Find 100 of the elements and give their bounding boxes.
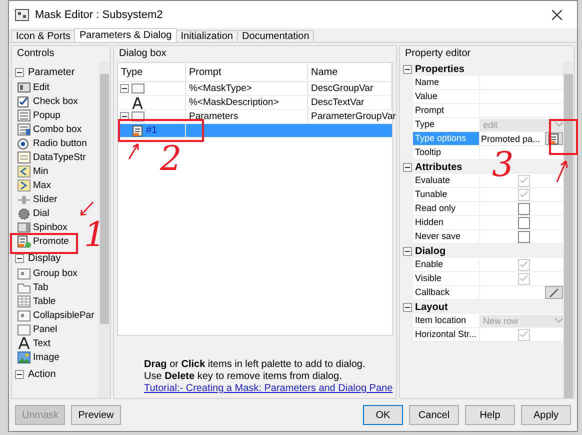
scrollbar[interactable] — [99, 62, 110, 398]
property-label[interactable]: Callback — [413, 286, 479, 300]
list-icon — [17, 108, 31, 122]
property-value[interactable] — [479, 202, 563, 216]
property-label[interactable]: Value — [413, 90, 479, 104]
section-label[interactable]: Properties — [415, 64, 464, 74]
collapse-icon[interactable] — [120, 112, 129, 121]
property-label[interactable]: Never save — [413, 230, 479, 244]
window-title: Mask Editor : Subsystem2 — [35, 8, 163, 20]
collapse-icon[interactable] — [403, 162, 412, 172]
dialog-button[interactable]: OK — [363, 405, 403, 425]
edit-button[interactable] — [545, 286, 563, 299]
palette-item[interactable]: Image — [17, 350, 60, 364]
group-label[interactable]: Action — [28, 368, 56, 380]
annotation-box — [10, 233, 78, 254]
collapse-icon[interactable] — [15, 68, 24, 76]
palette-item[interactable]: Group box — [17, 266, 78, 280]
less-than-icon — [17, 164, 31, 178]
palette-item[interactable]: Radio button — [17, 136, 87, 150]
letter-a-icon — [17, 336, 31, 350]
palette-item[interactable]: Table — [17, 294, 56, 308]
palette-item[interactable]: Tab — [17, 280, 48, 294]
collapse-icon[interactable] — [403, 302, 412, 312]
dialog-button[interactable]: Help — [465, 405, 515, 425]
tab[interactable]: Initialization — [176, 30, 238, 42]
property-label[interactable]: Prompt — [413, 104, 479, 118]
annotation-arrow — [556, 160, 568, 182]
palette-item[interactable]: Popup — [17, 108, 60, 122]
annotation-number: 3 — [492, 148, 514, 182]
palette-item[interactable]: DataTypeStr — [17, 150, 86, 164]
annotation-number: 1 — [84, 218, 106, 252]
section-label[interactable]: Dialog — [415, 246, 446, 256]
palette-item[interactable]: Edit — [17, 80, 50, 94]
property-value[interactable] — [479, 286, 563, 300]
section-label[interactable]: Layout — [415, 302, 448, 312]
annotation-number: 2 — [160, 142, 182, 176]
palette-item[interactable]: Max — [17, 178, 51, 192]
tab[interactable]: Parameters & Dialog — [74, 28, 177, 42]
property-label[interactable]: Tooltip — [413, 146, 479, 160]
palette-item[interactable]: Slider — [17, 192, 58, 206]
collapse-icon[interactable] — [120, 84, 129, 93]
tab[interactable]: Documentation — [237, 30, 314, 42]
property-label[interactable]: Name — [413, 76, 479, 90]
checkbox[interactable] — [518, 230, 530, 242]
check-icon — [520, 331, 528, 338]
table-grid-icon — [17, 294, 31, 308]
app-icon — [15, 8, 29, 20]
tutorial-link[interactable]: Tutorial:- Creating a Mask: Parameters and Dialog Pane — [144, 383, 396, 394]
scrollbar[interactable] — [563, 62, 574, 398]
collapse-icon[interactable] — [15, 254, 24, 262]
collapsible-panel-icon — [17, 308, 31, 322]
palette-item[interactable]: Text — [17, 336, 50, 350]
property-value[interactable]: Promoted pa... — [479, 132, 563, 146]
section-label[interactable]: Attributes — [415, 162, 462, 172]
group-label[interactable]: Display — [28, 252, 61, 264]
value-text: Promoted pa... — [480, 134, 540, 144]
palette-item[interactable]: Check box — [17, 94, 78, 108]
table-cell: Parameters — [186, 110, 308, 123]
panel-title: Controls — [16, 47, 56, 61]
checkbox[interactable] — [518, 202, 530, 214]
palette-item[interactable]: Promote — [17, 234, 69, 248]
palette-item[interactable]: Panel — [17, 322, 58, 336]
palette-item[interactable]: CollapsiblePar — [17, 308, 94, 322]
property-label[interactable]: Hidden — [413, 216, 479, 230]
palette-item[interactable]: Dial — [17, 206, 50, 220]
checkbox-icon — [17, 94, 31, 108]
tree-row[interactable]: #1 — [118, 124, 392, 138]
group-box-icon — [17, 266, 31, 280]
promote-icon — [132, 124, 144, 136]
hint-text: Drag or Click items in left palette to add to dialog. — [144, 359, 366, 370]
table-cell: DescGroupVar — [308, 82, 392, 95]
palette-item[interactable]: Min — [17, 164, 48, 178]
panel-icon — [17, 322, 31, 336]
dial-icon — [17, 206, 31, 220]
spinbox-icon — [17, 220, 31, 234]
letter-a-icon — [132, 96, 143, 108]
table-cell: %<MaskDescription> — [186, 96, 308, 109]
greater-than-icon — [17, 178, 31, 192]
property-label[interactable]: Read only — [413, 202, 479, 216]
palette-item[interactable]: Combo box — [17, 122, 82, 136]
property-value[interactable] — [479, 216, 563, 230]
checkbox[interactable] — [518, 216, 530, 228]
dialog-button[interactable]: Cancel — [409, 405, 459, 425]
hint-text: Use Delete key to remove items from dialog. — [144, 371, 343, 382]
collapse-icon[interactable] — [403, 64, 412, 74]
collapse-icon[interactable] — [15, 370, 24, 378]
dialog-button[interactable]: Preview — [71, 405, 121, 425]
chevron-down-icon — [555, 318, 563, 323]
radio-icon — [17, 136, 31, 150]
property-value[interactable] — [479, 230, 563, 244]
tree-row[interactable]: %<MaskDescription> DescTextVar — [118, 96, 392, 110]
promote-icon — [17, 234, 31, 248]
group-label[interactable]: Parameter — [28, 66, 75, 78]
annotation-arrow — [128, 143, 140, 159]
datatype-icon — [17, 150, 31, 164]
palette-item[interactable]: Spinbox — [17, 220, 68, 234]
tab[interactable]: Icon & Ports — [11, 30, 76, 42]
dialog-button[interactable]: Apply — [521, 405, 571, 425]
collapse-icon[interactable] — [403, 246, 412, 256]
tree-row[interactable]: %<MaskType> DescGroupVar — [118, 82, 392, 96]
